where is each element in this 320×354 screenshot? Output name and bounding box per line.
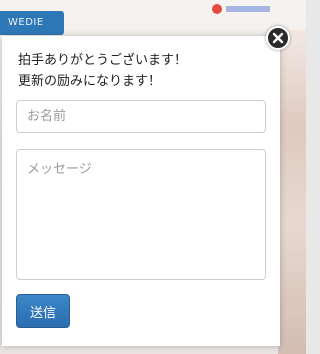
thanks-message: 拍手ありがとうございます！ 更新の励みになります！	[18, 50, 268, 92]
thanks-message-line2: 更新の励みになります！	[18, 74, 162, 89]
close-button[interactable]	[266, 26, 290, 50]
message-textarea[interactable]	[16, 149, 266, 280]
background-tab: WEDIE	[0, 11, 64, 35]
background-link-text	[226, 6, 270, 12]
background-image-strip	[278, 30, 306, 354]
close-icon	[272, 32, 284, 44]
name-input[interactable]	[16, 100, 266, 133]
send-button[interactable]: 送信	[16, 294, 70, 328]
clap-modal: 拍手ありがとうございます！ 更新の励みになります！ 送信	[2, 36, 280, 346]
background-dot	[212, 4, 222, 14]
thanks-message-line1: 拍手ありがとうございます！	[18, 53, 188, 68]
background-top-link	[212, 4, 272, 14]
